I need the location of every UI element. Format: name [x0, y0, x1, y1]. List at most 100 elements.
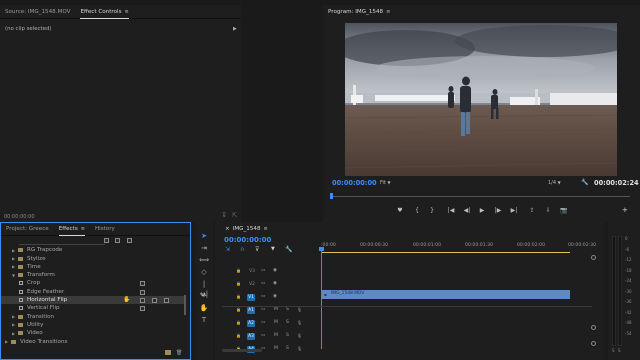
mute-button[interactable]: M [274, 346, 278, 351]
track-output-icon[interactable]: ▭ [261, 320, 265, 325]
track-output-icon[interactable]: ▭ [261, 268, 265, 273]
sync-lock-icon[interactable]: 🔒 [236, 333, 241, 338]
source-patch-a3[interactable]: A3 [247, 333, 255, 340]
extract-icon[interactable]: ⇩ [544, 207, 552, 215]
mic-icon[interactable]: 🎙 [297, 320, 302, 325]
ripple-edit-tool-icon[interactable]: ⟺ [199, 255, 209, 265]
effects-tree-item[interactable]: ▶ RG Trapcode [1, 246, 185, 255]
track-select-tool-icon[interactable]: ⇥ [199, 243, 209, 253]
track-output-icon[interactable]: ▭ [261, 333, 265, 338]
sync-lock-icon[interactable]: 🔒 [236, 268, 241, 273]
close-icon[interactable]: × [225, 226, 230, 232]
eye-icon[interactable]: ◉ [273, 294, 277, 299]
effects-tree-item[interactable]: Crop [1, 279, 185, 288]
effects-search-field[interactable] [19, 238, 105, 245]
sync-lock-icon[interactable]: 🔒 [236, 294, 241, 299]
source-patch-a2[interactable]: A2 [247, 320, 255, 327]
step-forward-icon[interactable]: |▶ [494, 207, 502, 215]
step-back-icon[interactable]: ◀| [463, 207, 471, 215]
track-output-icon[interactable]: ▭ [261, 307, 265, 312]
effects-tree-item[interactable]: ▶ Video Transitions [1, 337, 185, 346]
marker-icon[interactable]: ▼ [271, 246, 275, 252]
yuv-filter-icon[interactable] [127, 238, 132, 243]
sync-lock-icon[interactable]: 🔒 [236, 320, 241, 325]
sequence-tab[interactable]: × IMG_1548 ≡ [225, 226, 268, 232]
mark-out-icon[interactable]: } [428, 207, 436, 215]
32bit-filter-icon[interactable] [115, 238, 120, 243]
accelerated-filter-icon[interactable] [104, 238, 109, 243]
go-to-in-icon[interactable]: |◀ [447, 207, 455, 215]
mic-icon[interactable]: 🎙 [297, 307, 302, 312]
fit-dropdown[interactable]: Fit ▼ [380, 180, 391, 186]
solo-button[interactable]: S [286, 320, 289, 325]
meter-solo-button[interactable]: S [618, 348, 621, 353]
timeline-vertical-scroll-mid[interactable] [591, 325, 596, 330]
sync-lock-icon[interactable]: 🔒 [236, 307, 241, 312]
program-scrubber[interactable] [330, 193, 630, 199]
add-button-icon[interactable]: + [622, 206, 628, 214]
export-icon[interactable]: ⇱ [232, 212, 237, 219]
program-menu-icon[interactable]: ≡ [386, 9, 390, 15]
effects-tree-item[interactable]: ▶ Transition [1, 312, 185, 321]
selection-tool-icon[interactable]: ➤ [199, 231, 209, 241]
new-bin-icon[interactable] [165, 350, 171, 355]
tab-effect-controls[interactable]: Effect Controls ≡ [80, 9, 129, 19]
effects-tree-item[interactable]: Edge Feather [1, 288, 185, 297]
wrench-icon[interactable]: 🔧 [581, 179, 588, 186]
mute-button[interactable]: M [274, 320, 278, 325]
pen-tool-icon[interactable]: ✒ [199, 291, 209, 301]
effects-tree-item[interactable]: ▶ Time [1, 263, 185, 272]
source-patch-a1[interactable]: A1 [247, 307, 255, 314]
resolution-dropdown[interactable]: 1/4 ▼ [548, 180, 561, 186]
work-area-bar[interactable] [322, 252, 570, 253]
playhead-icon[interactable] [330, 193, 333, 199]
timeline-vertical-scroll-bottom[interactable] [591, 341, 596, 346]
effects-tree-item[interactable]: ▶ Utility [1, 321, 185, 330]
solo-button[interactable]: S [286, 307, 289, 312]
snap-icon[interactable]: ⇲ [225, 246, 230, 253]
add-marker-timeline-icon[interactable]: ⊽ [255, 246, 259, 253]
filter-icon[interactable]: ⊽ [222, 212, 226, 219]
razor-tool-icon[interactable]: ◇ [199, 267, 209, 277]
tab-effects[interactable]: Effects ≡ [58, 226, 86, 236]
eye-icon[interactable]: ◉ [273, 281, 277, 286]
delete-icon[interactable]: 🗑 [176, 350, 182, 356]
go-to-out-icon[interactable]: ▶| [510, 207, 518, 215]
tab-project[interactable]: Project: Greece [6, 226, 49, 232]
play-icon[interactable]: ▶ [478, 207, 486, 215]
effects-tree-item[interactable]: Horizontal Flip ✋ [1, 295, 185, 305]
video-clip[interactable]: ▪ IMG_1548.MOV [322, 290, 570, 299]
mark-in-icon[interactable]: { [413, 207, 421, 215]
timeline-playhead[interactable] [321, 249, 322, 349]
mic-icon[interactable]: 🎙 [297, 346, 302, 351]
effects-tree-item[interactable]: ▼ Transform [1, 271, 185, 280]
type-tool-icon[interactable]: T [199, 315, 209, 325]
solo-button[interactable]: S [286, 346, 289, 351]
solo-button[interactable]: S [286, 333, 289, 338]
lift-icon[interactable]: ⇪ [528, 207, 536, 215]
tab-history[interactable]: History [95, 226, 115, 232]
linked-selection-icon[interactable]: ∩ [240, 246, 244, 253]
source-patch-v1[interactable]: V1 [247, 294, 255, 301]
effects-tree-item[interactable]: Vertical Flip [1, 304, 185, 313]
hand-tool-icon[interactable]: ✋ [199, 303, 209, 313]
timeline-menu-icon[interactable]: ≡ [264, 226, 268, 232]
menu-icon[interactable]: ≡ [124, 9, 128, 15]
timeline-vertical-scroll-top[interactable] [591, 255, 596, 260]
add-marker-icon[interactable]: ♥ [396, 207, 404, 215]
effects-tree-item[interactable]: ▶ Stylize [1, 254, 185, 263]
track-label-v2[interactable]: V2 [248, 281, 256, 288]
effects-scrollbar[interactable] [184, 295, 186, 315]
mute-button[interactable]: M [274, 307, 278, 312]
effects-menu-icon[interactable]: ≡ [81, 226, 85, 232]
mic-icon[interactable]: 🎙 [297, 333, 302, 338]
sync-lock-icon[interactable]: 🔒 [236, 281, 241, 286]
effects-tree-item[interactable]: ▶ Video [1, 329, 185, 338]
track-output-icon[interactable]: ▭ [261, 281, 265, 286]
export-frame-icon[interactable]: 📷 [560, 207, 568, 215]
playhead-handle-icon[interactable] [319, 247, 324, 251]
program-timecode[interactable]: 00:00:00:00 [332, 179, 377, 187]
wrench-timeline-icon[interactable]: 🔧 [285, 246, 292, 253]
tab-source[interactable]: Source: IMG_1548.MOV [5, 9, 70, 15]
meter-solo-button[interactable]: S [612, 348, 615, 353]
